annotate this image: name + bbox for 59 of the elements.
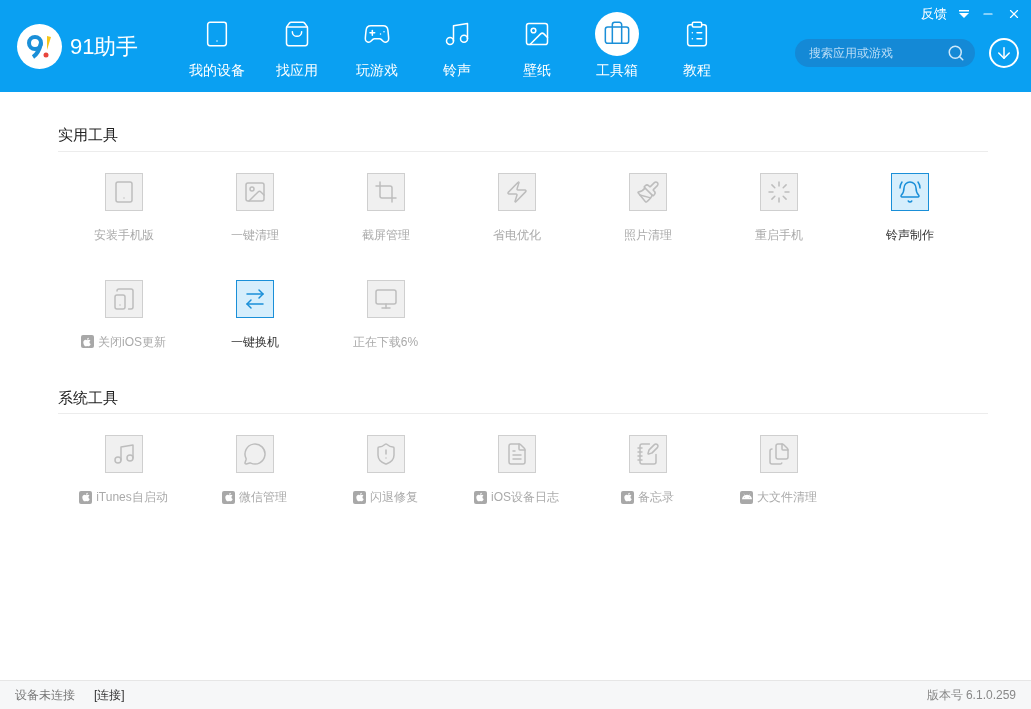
tool-label[interactable]: 省电优化 — [492, 225, 541, 244]
tool-label[interactable]: 闪退修复 — [370, 488, 418, 506]
tool-label[interactable]: iTunes自启动 — [96, 488, 168, 506]
tablet-icon[interactable] — [104, 172, 143, 211]
search-icon[interactable] — [947, 44, 965, 62]
logo-icon — [17, 23, 62, 69]
bell-icon[interactable] — [890, 172, 929, 211]
apple-icon — [222, 490, 235, 504]
download-icon[interactable] — [989, 38, 1019, 68]
apple-icon — [353, 490, 366, 504]
section-title: 实用工具 — [58, 124, 988, 152]
section-title: 系统工具 — [58, 386, 988, 414]
nav-tab[interactable]: 我的设备 — [177, 0, 257, 92]
nav-tab[interactable]: 工具箱 — [577, 0, 657, 92]
apple-icon — [81, 335, 94, 348]
chat-bubble-icon[interactable] — [235, 435, 274, 473]
connect-link[interactable]: [连接] — [94, 686, 125, 704]
tool-label[interactable]: 截屏管理 — [361, 225, 410, 244]
tool-label[interactable]: 铃声制作 — [885, 225, 934, 244]
transfer-icon[interactable] — [235, 279, 274, 318]
apple-icon — [474, 490, 487, 504]
android-icon — [740, 490, 753, 504]
music-note-icon[interactable] — [104, 435, 143, 473]
tool-label[interactable]: 一键换机 — [230, 332, 279, 351]
dropdown-icon[interactable] — [959, 9, 969, 18]
tool-label[interactable]: 安装手机版 — [93, 225, 154, 244]
tool-label[interactable]: 关闭iOS更新 — [98, 332, 166, 351]
tablet-icon[interactable] — [104, 279, 143, 318]
search-field[interactable]: 搜索应用或游戏 — [795, 39, 975, 67]
nav-tab[interactable]: 铃声 — [417, 0, 497, 92]
tool-label[interactable]: 大文件清理 — [757, 488, 817, 506]
document-icon[interactable] — [497, 435, 536, 473]
tool-label[interactable]: iOS设备日志 — [491, 488, 559, 506]
files-icon[interactable] — [759, 435, 798, 473]
nav-tab[interactable]: 玩游戏 — [337, 0, 417, 92]
crop-icon[interactable] — [366, 172, 405, 211]
picture-icon[interactable] — [235, 172, 274, 211]
nav-tab[interactable]: 找应用 — [257, 0, 337, 92]
nav-tab[interactable]: 壁纸 — [497, 0, 577, 92]
feedback-link[interactable]: 反馈 — [921, 4, 947, 24]
nav-tab[interactable]: 教程 — [657, 0, 737, 92]
notepad-icon[interactable] — [628, 435, 667, 473]
tool-label[interactable]: 照片清理 — [623, 225, 672, 244]
tool-label[interactable]: 备忘录 — [638, 488, 674, 506]
tool-label[interactable]: 一键清理 — [230, 225, 279, 244]
apple-icon — [621, 490, 634, 504]
toolbox-icon — [595, 11, 639, 56]
spinner-icon[interactable] — [759, 172, 798, 211]
tool-label[interactable]: 微信管理 — [239, 488, 287, 506]
version-label: 版本号 6.1.0.259 — [926, 687, 1016, 704]
monitor-icon[interactable] — [366, 279, 405, 318]
connection-status: 设备未连接 — [15, 687, 75, 704]
brush-icon[interactable] — [628, 172, 667, 211]
tool-label[interactable]: 重启手机 — [754, 225, 803, 244]
apple-icon — [79, 490, 93, 504]
tool-label[interactable]: 正在下载6% — [352, 332, 419, 351]
shield-icon[interactable] — [366, 435, 405, 473]
app-name: 91助手 — [70, 32, 139, 61]
lightning-icon[interactable] — [497, 172, 536, 211]
